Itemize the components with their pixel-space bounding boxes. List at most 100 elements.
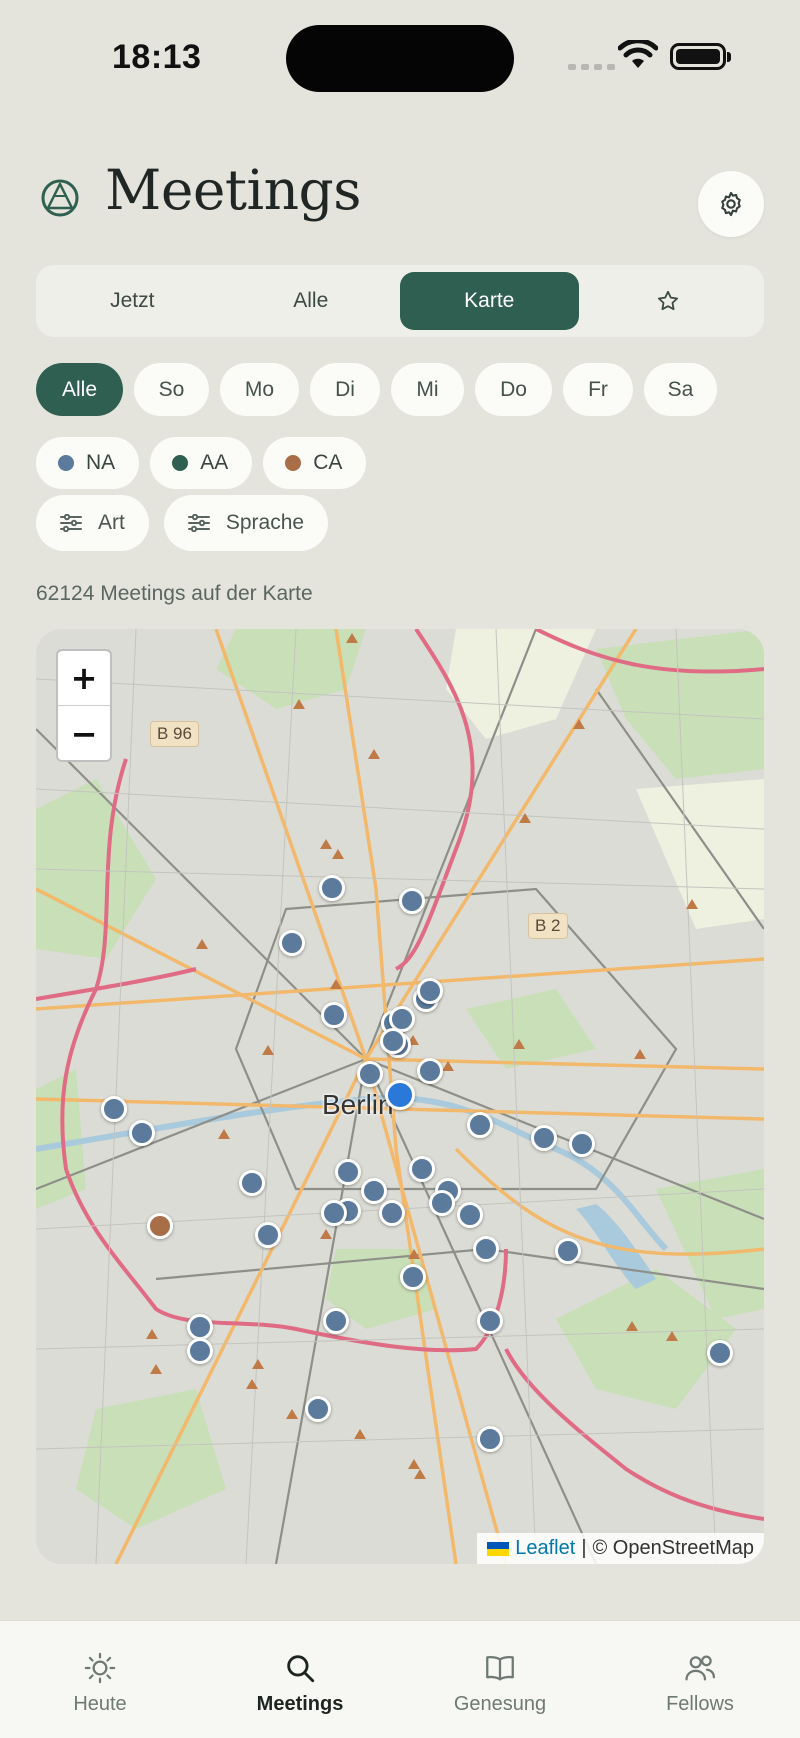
book-icon bbox=[486, 1655, 514, 1681]
meeting-marker-na[interactable] bbox=[361, 1178, 387, 1204]
meeting-marker-na[interactable] bbox=[255, 1222, 281, 1248]
sliders-icon bbox=[60, 514, 82, 532]
meeting-marker-na[interactable] bbox=[473, 1236, 499, 1262]
meeting-marker-na[interactable] bbox=[319, 875, 345, 901]
segment-favorites[interactable] bbox=[579, 272, 758, 330]
day-chip-mo[interactable]: Mo bbox=[220, 363, 299, 416]
fellowship-chip-na[interactable]: NA bbox=[36, 437, 140, 489]
attribution-separator: | bbox=[581, 1537, 587, 1559]
meeting-marker-na[interactable] bbox=[400, 1264, 426, 1290]
tab-label: Meetings bbox=[256, 1693, 344, 1715]
type-filter-label: Art bbox=[98, 511, 125, 534]
cellular-signal-icon bbox=[568, 64, 615, 70]
meeting-marker-na[interactable] bbox=[555, 1238, 581, 1264]
day-chip-alle[interactable]: Alle bbox=[36, 363, 123, 416]
meeting-marker-na[interactable] bbox=[239, 1170, 265, 1196]
meeting-marker-na[interactable] bbox=[417, 1058, 443, 1084]
fellowship-filter-row: NA AA CA bbox=[36, 437, 367, 489]
status-bar: 18:13 bbox=[0, 0, 800, 110]
meeting-marker-na[interactable] bbox=[467, 1112, 493, 1138]
view-segmented-control: Jetzt Alle Karte bbox=[36, 265, 764, 337]
meeting-marker-na[interactable] bbox=[399, 888, 425, 914]
aa-color-dot bbox=[172, 455, 189, 471]
meeting-marker-ca[interactable] bbox=[147, 1213, 173, 1239]
segment-alle[interactable]: Alle bbox=[222, 272, 401, 330]
meeting-marker-na[interactable] bbox=[457, 1202, 483, 1228]
fellowship-label: AA bbox=[200, 451, 229, 474]
day-filter-row: Alle So Mo Di Mi Do Fr Sa bbox=[36, 363, 717, 416]
dynamic-island bbox=[286, 25, 514, 92]
road-sign: B 96 bbox=[150, 721, 199, 747]
type-filter-button[interactable]: Art bbox=[36, 495, 149, 551]
meeting-marker-na[interactable] bbox=[379, 1200, 405, 1226]
fellowship-chip-aa[interactable]: AA bbox=[150, 437, 253, 489]
language-filter-label: Sprache bbox=[225, 511, 305, 534]
language-filter-button[interactable]: Sprache bbox=[163, 495, 329, 551]
current-location-marker bbox=[385, 1080, 415, 1110]
meeting-marker-na[interactable] bbox=[279, 930, 305, 956]
day-chip-sa[interactable]: Sa bbox=[644, 363, 717, 416]
meeting-marker-na[interactable] bbox=[129, 1120, 155, 1146]
battery-icon bbox=[670, 43, 731, 70]
meeting-marker-na[interactable] bbox=[357, 1061, 383, 1087]
segment-jetzt[interactable]: Jetzt bbox=[43, 272, 222, 330]
meeting-marker-na[interactable] bbox=[187, 1338, 213, 1364]
day-chip-di[interactable]: Di bbox=[310, 363, 380, 416]
star-icon bbox=[657, 290, 678, 311]
meeting-marker-na[interactable] bbox=[101, 1096, 127, 1122]
map-attribution: Leaflet | © OpenStreetMap bbox=[477, 1533, 764, 1564]
meeting-marker-na[interactable] bbox=[477, 1426, 503, 1452]
meeting-marker-na[interactable] bbox=[429, 1190, 455, 1216]
status-time: 18:13 bbox=[112, 38, 202, 76]
tab-label: Genesung bbox=[453, 1693, 547, 1715]
tab-genesung[interactable]: Genesung bbox=[400, 1621, 600, 1738]
meeting-marker-na[interactable] bbox=[321, 1200, 347, 1226]
meeting-marker-na[interactable] bbox=[380, 1028, 406, 1054]
day-chip-mi[interactable]: Mi bbox=[391, 363, 464, 416]
fellowship-chip-ca[interactable]: CA bbox=[263, 437, 367, 489]
sliders-icon bbox=[187, 514, 210, 532]
ukraine-flag-icon bbox=[487, 1541, 510, 1556]
sun-icon bbox=[84, 1652, 116, 1684]
people-icon bbox=[685, 1655, 716, 1681]
tab-label: Fellows bbox=[666, 1693, 734, 1715]
tab-label: Heute bbox=[73, 1693, 127, 1715]
meeting-marker-na[interactable] bbox=[335, 1159, 361, 1185]
segment-karte[interactable]: Karte bbox=[400, 272, 579, 330]
osm-attribution-link[interactable]: © OpenStreetMap bbox=[593, 1537, 754, 1560]
meeting-marker-na[interactable] bbox=[417, 978, 443, 1004]
meeting-marker-na[interactable] bbox=[477, 1308, 503, 1334]
fellowship-label: CA bbox=[313, 451, 343, 474]
day-chip-fr[interactable]: Fr bbox=[563, 363, 633, 416]
meeting-marker-na[interactable] bbox=[321, 1002, 347, 1028]
wifi-icon bbox=[618, 40, 658, 68]
meetings-map[interactable]: B 96 B 2 Berlin + − Leaflet | © OpenStre… bbox=[36, 629, 764, 1564]
search-icon bbox=[287, 1655, 315, 1683]
tab-bar: Heute Meetings Genesung Fellows bbox=[0, 1620, 800, 1738]
settings-button[interactable] bbox=[698, 171, 764, 237]
leaflet-link[interactable]: Leaflet bbox=[515, 1537, 575, 1560]
na-color-dot bbox=[58, 455, 74, 471]
fellowship-label: NA bbox=[86, 451, 116, 474]
meeting-marker-na[interactable] bbox=[305, 1396, 331, 1422]
page-title: Meetings bbox=[105, 158, 361, 222]
meeting-count-text: 62124 Meetings auf der Karte bbox=[36, 582, 313, 605]
tab-fellows[interactable]: Fellows bbox=[600, 1621, 800, 1738]
ca-color-dot bbox=[285, 455, 302, 471]
meeting-marker-na[interactable] bbox=[409, 1156, 435, 1182]
meeting-marker-na[interactable] bbox=[707, 1340, 733, 1366]
meeting-marker-na[interactable] bbox=[323, 1308, 349, 1334]
city-label: Berlin bbox=[322, 1089, 394, 1120]
tab-heute[interactable]: Heute bbox=[0, 1621, 200, 1738]
zoom-out-button[interactable]: − bbox=[58, 706, 110, 760]
meeting-marker-na[interactable] bbox=[569, 1131, 595, 1157]
advanced-filter-row: Art Sprache bbox=[36, 495, 329, 551]
day-chip-do[interactable]: Do bbox=[475, 363, 552, 416]
day-chip-so[interactable]: So bbox=[134, 363, 209, 416]
zoom-control: + − bbox=[56, 649, 112, 762]
tab-meetings[interactable]: Meetings bbox=[200, 1621, 400, 1738]
meeting-marker-na[interactable] bbox=[187, 1314, 213, 1340]
gear-icon bbox=[721, 191, 741, 217]
zoom-in-button[interactable]: + bbox=[58, 651, 110, 706]
meeting-marker-na[interactable] bbox=[531, 1125, 557, 1151]
